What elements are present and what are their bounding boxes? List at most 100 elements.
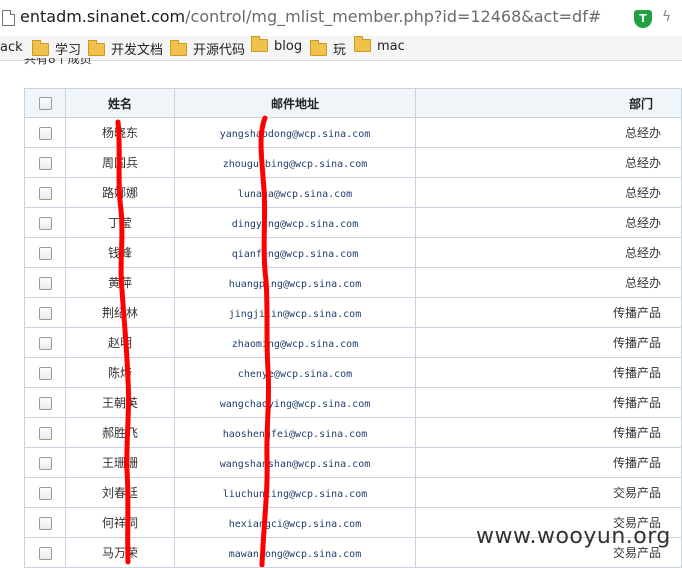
- table-row: 荆纪林 jingjilin@wcp.sina.com 传播产品: [24, 297, 682, 328]
- row-checkbox[interactable]: [38, 426, 52, 440]
- member-email[interactable]: zhouguobing@wcp.sina.com: [223, 159, 368, 170]
- member-name: 郝胜飞: [65, 417, 175, 448]
- bookmark-folder-mac[interactable]: mac: [354, 36, 405, 54]
- member-dept: 传播产品: [415, 357, 682, 388]
- member-email[interactable]: dingying@wcp.sina.com: [232, 219, 358, 230]
- member-name: 钱峰: [65, 237, 175, 268]
- row-select-cell: [24, 177, 66, 208]
- url-host: entadm.sinanet.com: [20, 7, 186, 26]
- member-email-cell: dingying@wcp.sina.com: [174, 207, 416, 238]
- bolt-extension-icon[interactable]: ϟ: [662, 9, 671, 25]
- member-dept: 总经办: [415, 177, 682, 208]
- table-row: 路娜娜 lunana@wcp.sina.com 总经办: [24, 177, 682, 208]
- table-row: 杨晓东 yangshaodong@wcp.sina.com 总经办: [24, 117, 682, 148]
- member-email-cell: mawanrong@wcp.sina.com: [174, 537, 416, 568]
- row-checkbox[interactable]: [38, 126, 52, 140]
- member-email-cell: liuchunting@wcp.sina.com: [174, 477, 416, 508]
- table-row: 郝胜飞 haoshengfei@wcp.sina.com 传播产品: [24, 417, 682, 448]
- bookmark-folder-blog[interactable]: blog: [251, 36, 303, 54]
- folder-icon: [310, 40, 327, 56]
- url-field[interactable]: entadm.sinanet.com/control/mg_mlist_memb…: [20, 7, 601, 26]
- select-all-cell: [24, 88, 66, 118]
- table-row: 陈烨 chenye@wcp.sina.com 传播产品: [24, 357, 682, 388]
- member-name: 马万荣: [65, 537, 175, 568]
- member-name: 王朝英: [65, 387, 175, 418]
- member-email-cell: lunana@wcp.sina.com: [174, 177, 416, 208]
- member-email[interactable]: mawanrong@wcp.sina.com: [229, 549, 361, 560]
- row-checkbox[interactable]: [38, 366, 52, 380]
- member-email[interactable]: wangchaoying@wcp.sina.com: [220, 399, 371, 410]
- member-email-cell: zhouguobing@wcp.sina.com: [174, 147, 416, 178]
- member-name: 刘春廷: [65, 477, 175, 508]
- row-select-cell: [24, 477, 66, 508]
- row-checkbox[interactable]: [38, 156, 52, 170]
- member-email[interactable]: wangshanshan@wcp.sina.com: [220, 459, 371, 470]
- bookmark-folder-play[interactable]: 玩: [310, 39, 346, 58]
- member-name: 周国兵: [65, 147, 175, 178]
- address-bar[interactable]: entadm.sinanet.com/control/mg_mlist_memb…: [0, 0, 682, 37]
- member-email[interactable]: qianfeng@wcp.sina.com: [232, 249, 358, 260]
- row-select-cell: [24, 327, 66, 358]
- select-all-checkbox[interactable]: [38, 97, 52, 110]
- member-email[interactable]: jingjilin@wcp.sina.com: [229, 309, 361, 320]
- bookmark-back[interactable]: ack: [0, 40, 23, 55]
- header-dept[interactable]: 部门: [415, 88, 682, 118]
- member-email[interactable]: lunana@wcp.sina.com: [238, 189, 352, 200]
- member-name: 荆纪林: [65, 297, 175, 328]
- bookmark-label: mac: [377, 39, 405, 54]
- member-email[interactable]: liuchunting@wcp.sina.com: [223, 489, 368, 500]
- member-dept: 传播产品: [415, 447, 682, 478]
- row-checkbox[interactable]: [38, 486, 52, 500]
- table-row: 刘春廷 liuchunting@wcp.sina.com 交易产品: [24, 477, 682, 508]
- page-icon: [2, 10, 15, 26]
- member-dept: 传播产品: [415, 327, 682, 358]
- row-checkbox[interactable]: [38, 516, 52, 530]
- header-email[interactable]: 邮件地址: [174, 88, 416, 118]
- bookmark-folder-open-source[interactable]: 开源代码: [170, 39, 245, 58]
- member-count: 共有8个成员: [24, 58, 92, 66]
- member-email-cell: zhaoming@wcp.sina.com: [174, 327, 416, 358]
- member-email-cell: chenye@wcp.sina.com: [174, 357, 416, 388]
- table-row: 周国兵 zhouguobing@wcp.sina.com 总经办: [24, 147, 682, 178]
- row-select-cell: [24, 207, 66, 238]
- watermark: www.wooyun.org: [476, 524, 671, 549]
- row-checkbox[interactable]: [38, 546, 52, 560]
- bookmark-folder-dev-docs[interactable]: 开发文档: [88, 39, 163, 58]
- shield-extension-icon[interactable]: T: [634, 10, 652, 28]
- bookmarks-bar: ack 学习 开发文档 开源代码 blog 玩 mac: [0, 36, 682, 61]
- member-email[interactable]: zhaoming@wcp.sina.com: [232, 339, 358, 350]
- member-table: 姓名 邮件地址 部门 杨晓东 yangshaodong@wcp.sina.com 总…: [24, 88, 682, 568]
- table-row: 赵明 zhaoming@wcp.sina.com 传播产品: [24, 327, 682, 358]
- row-checkbox[interactable]: [38, 396, 52, 410]
- member-email-cell: qianfeng@wcp.sina.com: [174, 237, 416, 268]
- table-row: 丁莹 dingying@wcp.sina.com 总经办: [24, 207, 682, 238]
- url-path: /control/mg_mlist_member.php?id=12468&ac…: [185, 7, 602, 26]
- bookmark-folder-study[interactable]: 学习: [32, 39, 81, 58]
- member-dept: 传播产品: [415, 417, 682, 448]
- table-row: 黄萍 huangping@wcp.sina.com 总经办: [24, 267, 682, 298]
- row-checkbox[interactable]: [38, 456, 52, 470]
- row-select-cell: [24, 267, 66, 298]
- member-email[interactable]: haoshengfei@wcp.sina.com: [223, 429, 368, 440]
- row-checkbox[interactable]: [38, 246, 52, 260]
- row-checkbox[interactable]: [38, 216, 52, 230]
- row-checkbox[interactable]: [38, 276, 52, 290]
- member-name: 何祥词: [65, 507, 175, 538]
- bookmark-label: blog: [274, 39, 303, 54]
- member-email[interactable]: hexiangci@wcp.sina.com: [229, 519, 361, 530]
- member-email-cell: jingjilin@wcp.sina.com: [174, 297, 416, 328]
- row-checkbox[interactable]: [38, 306, 52, 320]
- header-name[interactable]: 姓名: [65, 88, 175, 118]
- member-email[interactable]: chenye@wcp.sina.com: [238, 369, 352, 380]
- member-email[interactable]: yangshaodong@wcp.sina.com: [220, 129, 371, 140]
- bookmark-label: 开源代码: [193, 43, 246, 58]
- row-select-cell: [24, 357, 66, 388]
- member-email-cell: wangchaoying@wcp.sina.com: [174, 387, 416, 418]
- row-checkbox[interactable]: [38, 336, 52, 350]
- folder-icon: [170, 40, 187, 56]
- row-checkbox[interactable]: [38, 186, 52, 200]
- row-select-cell: [24, 297, 66, 328]
- table-row: 王珊珊 wangshanshan@wcp.sina.com 传播产品: [24, 447, 682, 478]
- folder-icon: [251, 36, 268, 52]
- member-email[interactable]: huangping@wcp.sina.com: [229, 279, 361, 290]
